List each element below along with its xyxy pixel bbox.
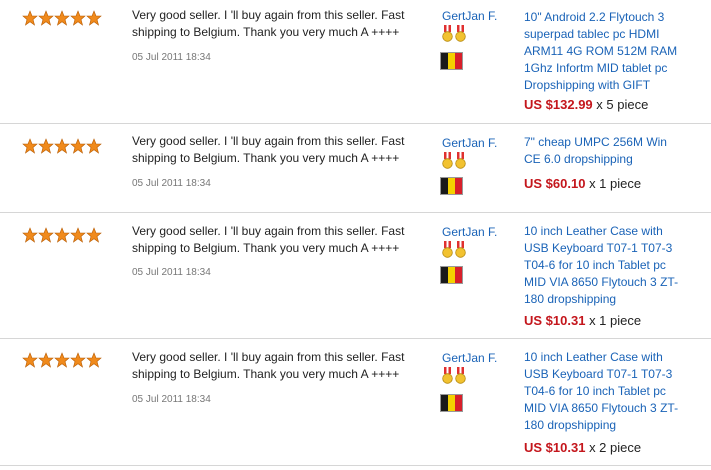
price: US $10.31 bbox=[524, 440, 586, 455]
star-icon bbox=[54, 138, 70, 154]
feedback-date: 05 Jul 2011 18:34 bbox=[132, 267, 211, 278]
star-rating bbox=[22, 138, 102, 154]
star-icon bbox=[70, 227, 86, 243]
star-icon bbox=[70, 352, 86, 368]
product-link[interactable]: 7" cheap UMPC 256M Win CE 6.0 dropshippi… bbox=[524, 134, 684, 168]
star-icon bbox=[70, 10, 86, 26]
medal-icon bbox=[442, 25, 453, 42]
feedback-row: Very good seller. I 'll buy again from t… bbox=[0, 0, 711, 124]
star-icon bbox=[22, 10, 38, 26]
product-link[interactable]: 10 inch Leather Case with USB Keyboard T… bbox=[524, 223, 684, 308]
buyer-name-link[interactable]: GertJan F. bbox=[442, 225, 497, 239]
star-icon bbox=[22, 352, 38, 368]
feedback-date: 05 Jul 2011 18:34 bbox=[132, 178, 211, 189]
star-icon bbox=[54, 10, 70, 26]
buyer-name-link[interactable]: GertJan F. bbox=[442, 136, 497, 150]
feedback-date: 05 Jul 2011 18:34 bbox=[132, 52, 211, 63]
feedback-comment: Very good seller. I 'll buy again from t… bbox=[132, 8, 405, 39]
star-icon bbox=[70, 138, 86, 154]
star-rating bbox=[22, 227, 102, 243]
star-icon bbox=[86, 138, 102, 154]
belgium-flag-icon bbox=[440, 52, 463, 70]
belgium-flag-icon bbox=[440, 266, 463, 284]
feedback-row: Very good seller. I 'll buy again from t… bbox=[0, 214, 711, 339]
star-icon bbox=[38, 227, 54, 243]
product-link[interactable]: 10 inch Leather Case with USB Keyboard T… bbox=[524, 349, 684, 434]
buyer-medals bbox=[442, 367, 466, 384]
star-icon bbox=[86, 10, 102, 26]
buyer-medals bbox=[442, 152, 466, 169]
star-rating bbox=[22, 10, 102, 26]
medal-icon bbox=[455, 152, 466, 169]
medal-icon bbox=[455, 25, 466, 42]
quantity: x 2 piece bbox=[589, 440, 642, 455]
feedback-row: Very good seller. I 'll buy again from t… bbox=[0, 340, 711, 466]
price: US $132.99 bbox=[524, 97, 593, 112]
star-icon bbox=[38, 352, 54, 368]
belgium-flag-icon bbox=[440, 177, 463, 195]
medal-icon bbox=[455, 367, 466, 384]
feedback-row: Very good seller. I 'll buy again from t… bbox=[0, 125, 711, 213]
price: US $10.31 bbox=[524, 313, 586, 328]
buyer-medals bbox=[442, 25, 466, 42]
buyer-name-link[interactable]: GertJan F. bbox=[442, 351, 497, 365]
star-rating bbox=[22, 352, 102, 368]
star-icon bbox=[54, 227, 70, 243]
star-icon bbox=[86, 227, 102, 243]
star-icon bbox=[38, 138, 54, 154]
quantity: x 5 piece bbox=[596, 97, 649, 112]
star-icon bbox=[22, 227, 38, 243]
belgium-flag-icon bbox=[440, 394, 463, 412]
star-icon bbox=[22, 138, 38, 154]
medal-icon bbox=[442, 152, 453, 169]
medal-icon bbox=[442, 367, 453, 384]
price: US $60.10 bbox=[524, 176, 586, 191]
price-line: US $10.31 x 1 piece bbox=[524, 313, 641, 328]
quantity: x 1 piece bbox=[589, 313, 642, 328]
feedback-comment: Very good seller. I 'll buy again from t… bbox=[132, 134, 405, 165]
quantity: x 1 piece bbox=[589, 176, 642, 191]
star-icon bbox=[38, 10, 54, 26]
star-icon bbox=[86, 352, 102, 368]
price-line: US $132.99 x 5 piece bbox=[524, 97, 648, 112]
feedback-list: Very good seller. I 'll buy again from t… bbox=[0, 0, 711, 470]
price-line: US $60.10 x 1 piece bbox=[524, 176, 641, 191]
star-icon bbox=[54, 352, 70, 368]
feedback-comment: Very good seller. I 'll buy again from t… bbox=[132, 350, 405, 381]
price-line: US $10.31 x 2 piece bbox=[524, 440, 641, 455]
medal-icon bbox=[442, 241, 453, 258]
buyer-medals bbox=[442, 241, 466, 258]
feedback-date: 05 Jul 2011 18:34 bbox=[132, 394, 211, 405]
feedback-comment: Very good seller. I 'll buy again from t… bbox=[132, 224, 405, 255]
medal-icon bbox=[455, 241, 466, 258]
buyer-name-link[interactable]: GertJan F. bbox=[442, 9, 497, 23]
product-link[interactable]: 10" Android 2.2 Flytouch 3 superpad tabl… bbox=[524, 9, 684, 94]
